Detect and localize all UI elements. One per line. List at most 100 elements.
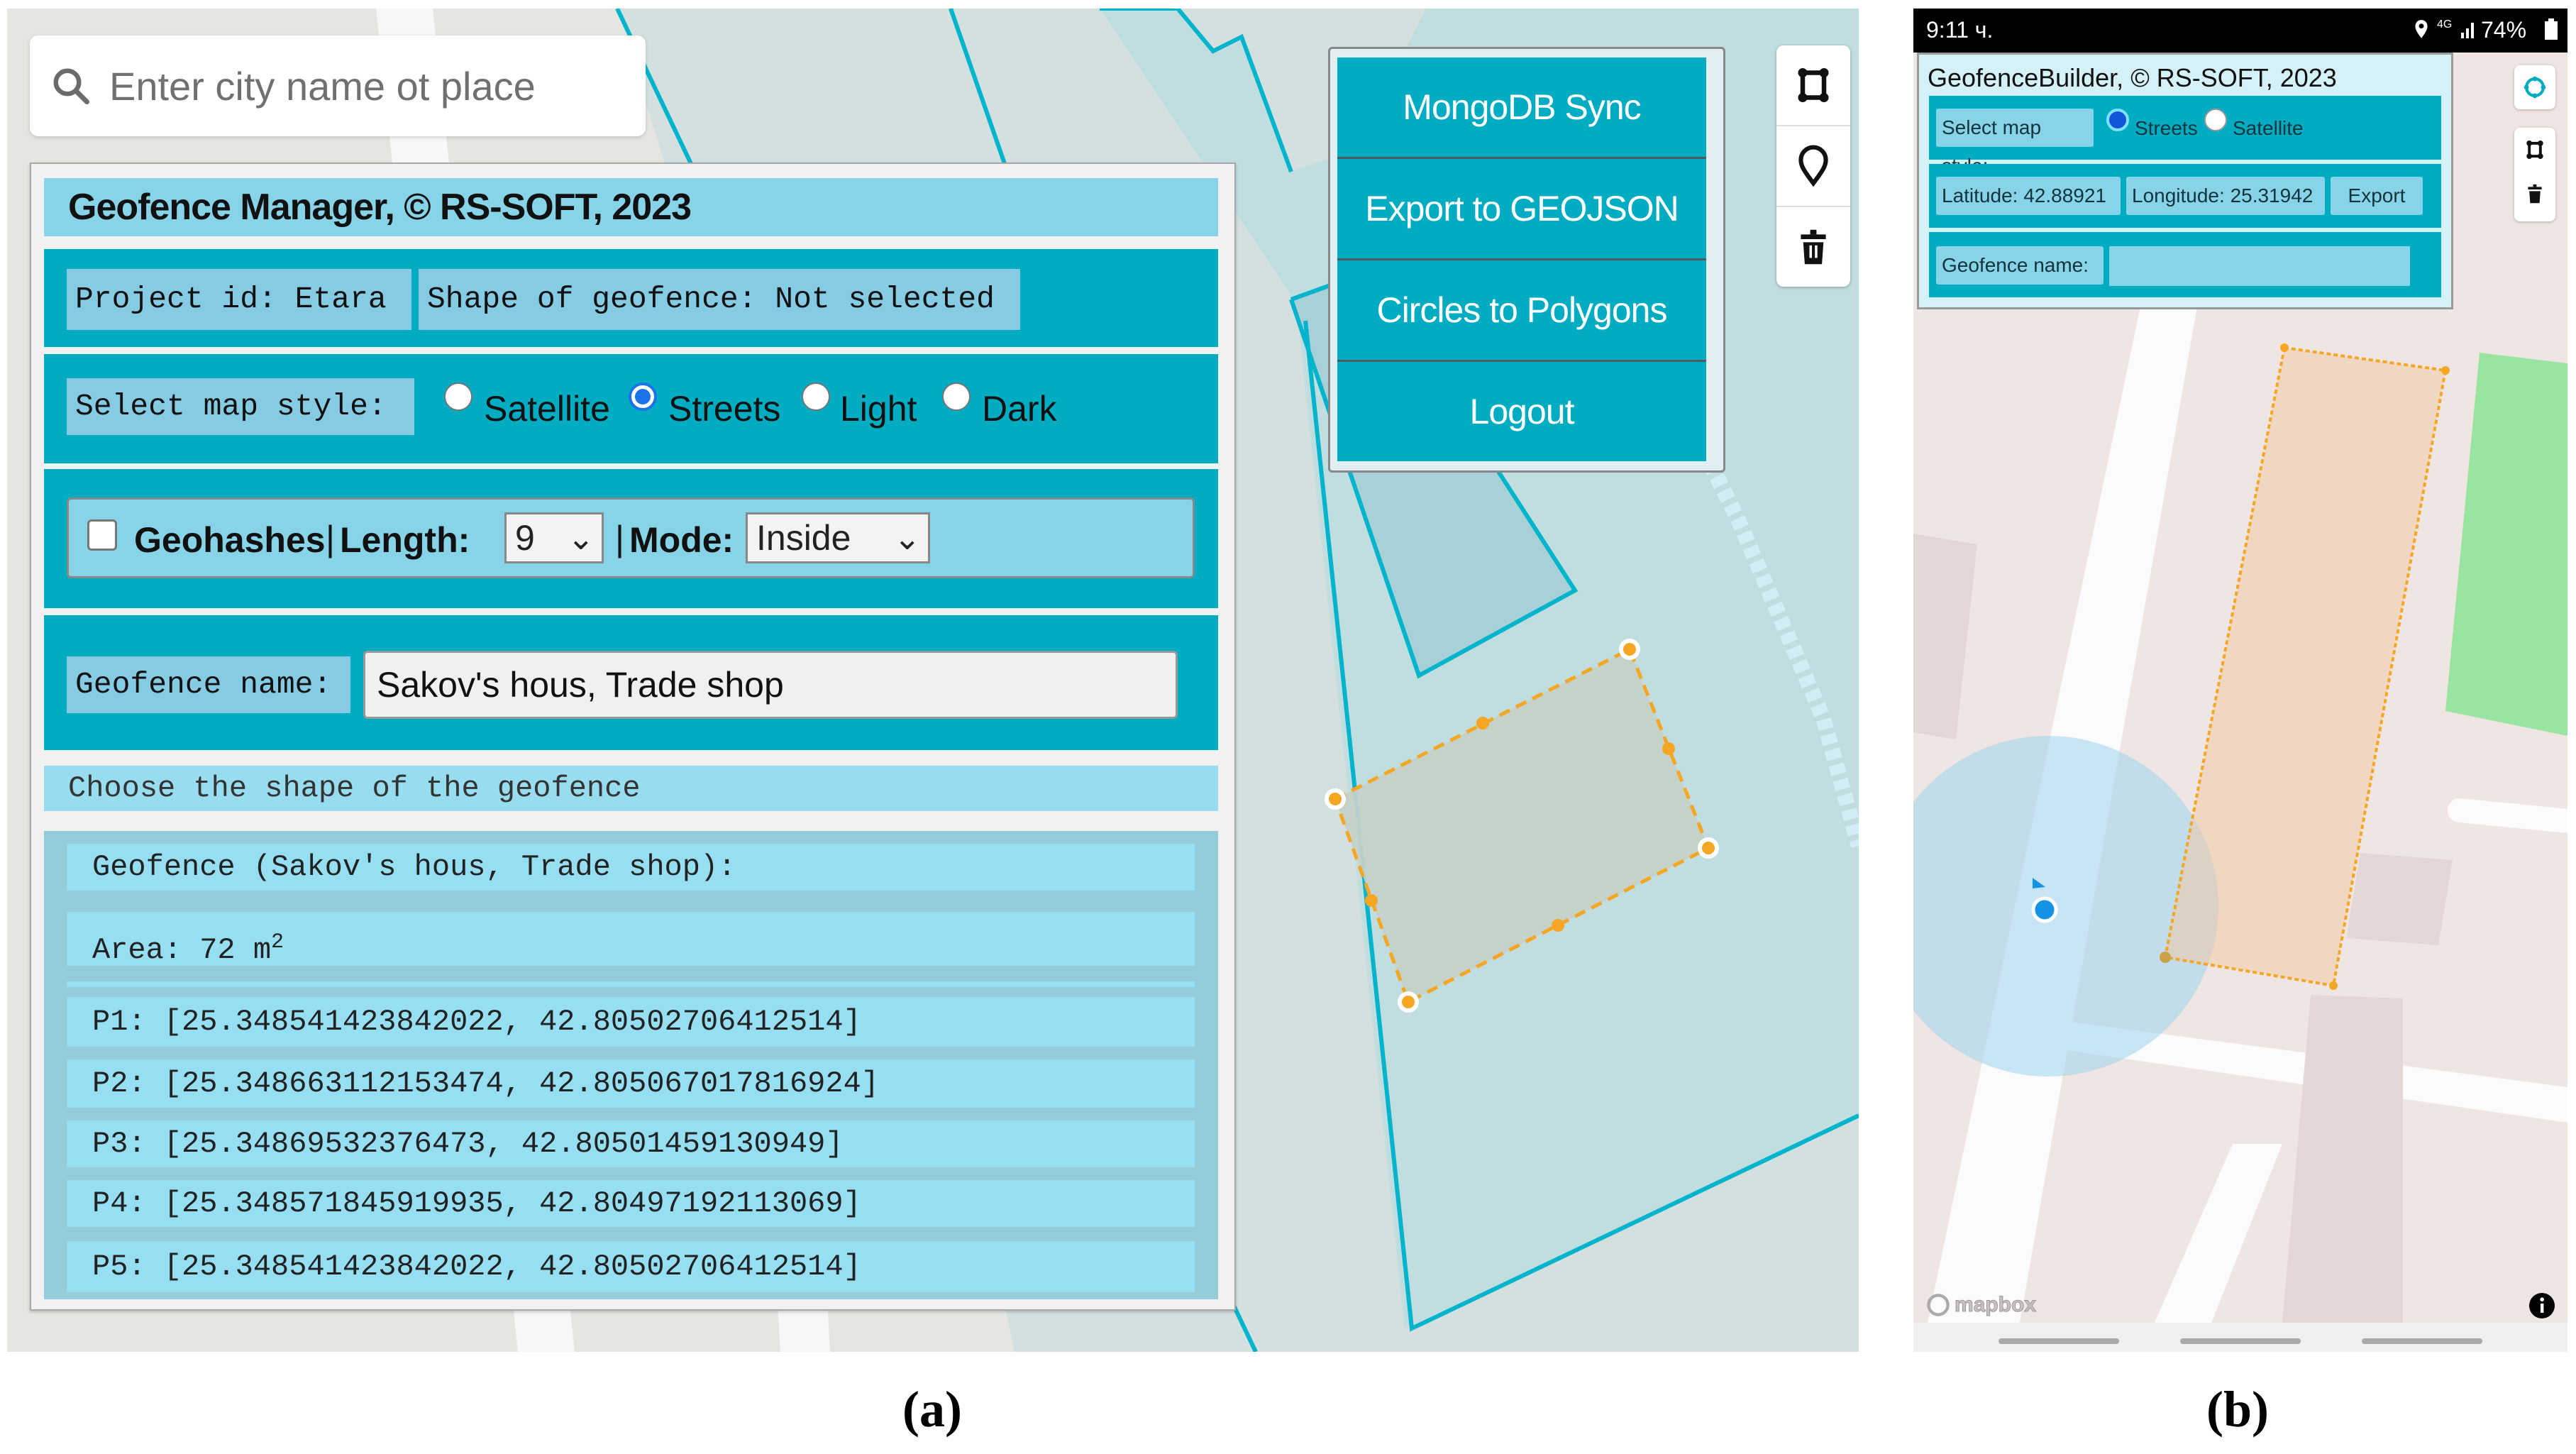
info-icon[interactable] [2528, 1291, 2556, 1320]
geofence-name-label: Geofence name: [67, 656, 350, 713]
nav-indicator[interactable] [2362, 1338, 2482, 1344]
geofence-result-panel: Geofence (Sakov's hous, Trade shop): Are… [44, 831, 1218, 1299]
polygon-tool-button[interactable] [1776, 45, 1850, 125]
search-input[interactable] [108, 62, 636, 110]
radio-label-dark[interactable]: Dark [982, 388, 1057, 429]
nav-indicator[interactable] [1999, 1338, 2119, 1344]
panel-title: Geofence Manager, © RS-SOFT, 2023 [44, 178, 1218, 236]
separator: | [326, 519, 335, 558]
circle-tool-button[interactable] [2514, 65, 2555, 109]
chevron-down-icon: ⌄ [567, 519, 595, 556]
delete-tool-button[interactable] [1776, 207, 1850, 287]
radio-label-satellite[interactable]: Satellite [484, 388, 610, 429]
polygon-tool-icon[interactable] [2526, 139, 2544, 160]
app-title: GeofenceBuilder, © RS-SOFT, 2023 [1928, 63, 2337, 92]
geofence-builder-panel: GeofenceBuilder, © RS-SOFT, 2023 Select … [1917, 53, 2453, 309]
map-style-row: Select map style: Streets Satellite [1929, 96, 2441, 177]
draw-toolbar [1776, 45, 1850, 287]
export-geojson-button[interactable]: Export to GEOJSON [1337, 159, 1706, 258]
vertex-handle[interactable] [1325, 788, 1346, 810]
radio-streets[interactable] [629, 382, 657, 411]
export-button[interactable]: Export [2331, 177, 2423, 215]
length-select[interactable]: 9 ⌄ [504, 512, 604, 563]
radio-label-satellite[interactable]: Satellite [2233, 117, 2304, 140]
caption-b: (b) [2206, 1380, 2269, 1439]
radio-label-light[interactable]: Light [840, 388, 917, 429]
radio-streets[interactable] [2106, 109, 2129, 131]
user-location-dot [2031, 896, 2058, 923]
radio-satellite[interactable] [444, 382, 472, 411]
vertex-handle[interactable] [2160, 952, 2171, 963]
geohashes-row: Geohashes | Length: 9 ⌄ | Mode: Inside ⌄ [44, 469, 1218, 608]
geofence-manager-panel: Geofence Manager, © RS-SOFT, 2023 Projec… [30, 163, 1236, 1311]
circles-to-polygons-button[interactable]: Circles to Polygons [1337, 260, 1706, 360]
location-status-icon [2415, 20, 2428, 38]
geofence-heading: Geofence (Sakov's hous, Trade shop): [67, 844, 1195, 891]
radio-dark[interactable] [942, 382, 971, 411]
trash-icon[interactable] [2526, 183, 2543, 204]
project-info-row: Project id: Etara Shape of geofence: Not… [44, 249, 1218, 347]
marker-tool-icon [1798, 145, 1828, 187]
point-row: P4: [25.348571845919935, 42.804971921130… [67, 1180, 1195, 1227]
midpoint-handle[interactable] [1662, 742, 1675, 755]
longitude-label: Longitude: 25.31942 [2126, 177, 2325, 215]
radio-label-streets[interactable]: Streets [668, 388, 780, 429]
geofence-name-label: Geofence name: [1936, 246, 2104, 285]
trash-icon [1801, 229, 1826, 265]
mapbox-attribution[interactable]: mapbox [1926, 1293, 2037, 1317]
panel-a-desktop-app: Geofence Manager, © RS-SOFT, 2023 Projec… [7, 9, 1859, 1352]
choose-shape-hint: Choose the shape of the geofence [44, 766, 1218, 811]
circle-tool-icon [2524, 76, 2546, 99]
radio-label-streets[interactable]: Streets [2135, 117, 2198, 140]
divider [67, 981, 1195, 987]
map-road [2448, 798, 2567, 833]
point-row: P3: [25.34869532376473, 42.8050145913094… [67, 1120, 1195, 1167]
geohashes-label: Geohashes [134, 520, 326, 560]
panel-b-mobile-app: 9:11 ч. 4G 74% GeofenceBuilder, © RS-SOF… [1913, 9, 2567, 1352]
mongodb-sync-button[interactable]: MongoDB Sync [1337, 57, 1706, 157]
signal-icon [2461, 23, 2474, 38]
length-label: Length: [340, 520, 470, 560]
coordinates-row: Latitude: 42.88921 Longitude: 25.31942 E… [1929, 164, 2441, 228]
caption-a-text: (a) [902, 1381, 962, 1438]
vertex-handle[interactable] [1398, 991, 1419, 1013]
logout-button[interactable]: Logout [1337, 362, 1706, 461]
area-unit-superscript: 2 [271, 930, 284, 954]
geofence-name-row: Geofence name: [1929, 232, 2441, 297]
vertex-handle[interactable] [1619, 639, 1640, 660]
midpoint-handle[interactable] [1552, 919, 1564, 932]
map-building [2346, 853, 2453, 945]
mode-label: Mode: [629, 520, 734, 560]
search-box[interactable] [30, 35, 646, 136]
mapbox-wordmark: mapbox [1954, 1293, 2037, 1317]
mode-select[interactable]: Inside ⌄ [746, 512, 930, 563]
midpoint-handle[interactable] [1476, 717, 1489, 729]
radio-light[interactable] [802, 382, 830, 411]
point-row: P5: [25.348541423842022, 42.805027064125… [67, 1241, 1195, 1292]
midpoint-handle[interactable] [1365, 894, 1378, 907]
point-row: P1: [25.348541423842022, 42.805027064125… [67, 997, 1195, 1047]
geofence-area: Area: 72 m2 [67, 912, 1195, 967]
vertex-handle[interactable] [2441, 366, 2450, 375]
geohashes-checkbox[interactable] [87, 519, 117, 551]
geohashes-box: Geohashes | Length: 9 ⌄ | Mode: Inside ⌄ [67, 497, 1195, 578]
title-prefix: Geofence Manager, © [68, 187, 441, 228]
geofence-name-input[interactable] [2109, 246, 2410, 286]
nav-indicator[interactable] [2180, 1338, 2301, 1344]
mapbox-logo-icon [1927, 1294, 1950, 1316]
map-style-row: Select map style: Satellite Streets Ligh… [44, 354, 1218, 463]
battery-percent: 74% [2481, 17, 2527, 43]
caption-b-text: (b) [2206, 1381, 2269, 1438]
geofence-name-input[interactable] [363, 651, 1178, 719]
vertex-handle[interactable] [1698, 837, 1719, 859]
separator: | [615, 519, 624, 558]
network-type: 4G [2437, 18, 2453, 31]
latitude-label: Latitude: 42.88921 [1936, 177, 2121, 215]
vertex-handle[interactable] [2329, 981, 2338, 990]
title-brand: RS-SOFT, 2023 [440, 187, 692, 228]
marker-tool-button[interactable] [1776, 126, 1850, 206]
vertex-handle[interactable] [2280, 343, 2289, 352]
radio-satellite[interactable] [2204, 109, 2227, 131]
chevron-down-icon: ⌄ [893, 519, 921, 556]
geofence-name-row: Geofence name: [44, 615, 1218, 750]
